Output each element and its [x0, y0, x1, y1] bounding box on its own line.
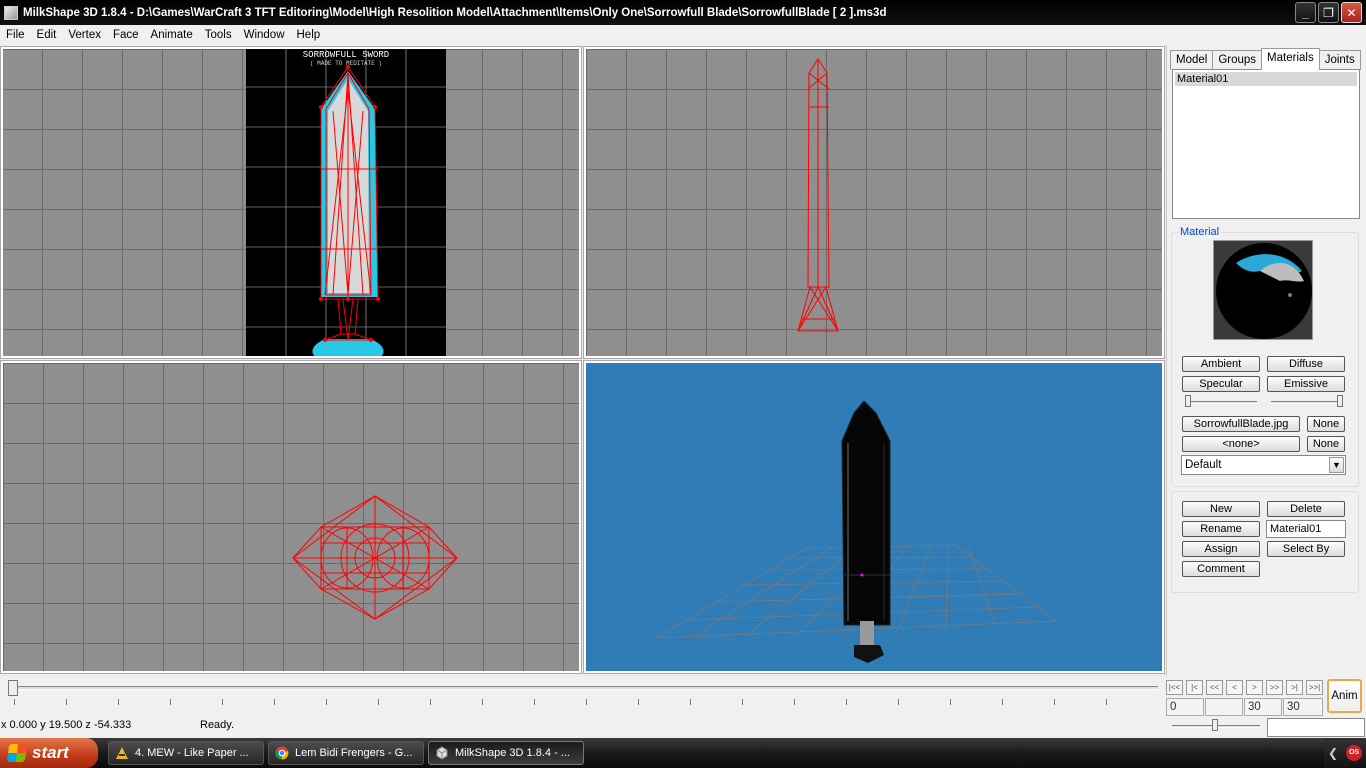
- timeline-track[interactable]: [10, 686, 1158, 690]
- delete-button[interactable]: Delete: [1267, 501, 1345, 517]
- start-button[interactable]: start: [0, 738, 98, 768]
- slider-thumb[interactable]: [1185, 395, 1191, 407]
- select-by-button[interactable]: Select By: [1267, 541, 1345, 557]
- chevron-down-icon[interactable]: ▼: [1329, 457, 1344, 473]
- viewport-area: SORROWFULL SWORD ( MADE TO MEDITATE ): [0, 45, 1166, 677]
- taskbar-item-label: Lem Bidi Frengers - G...: [295, 747, 413, 759]
- timeline-thumb[interactable]: [8, 680, 18, 696]
- viewport-top[interactable]: [0, 360, 582, 674]
- panel-tabs: Model Groups Materials Joints: [1170, 48, 1361, 70]
- materials-panel: Model Groups Materials Joints Material01…: [1166, 45, 1366, 677]
- alpha-none-button[interactable]: None: [1307, 436, 1345, 452]
- material-preview: [1213, 240, 1313, 340]
- status-message: Ready.: [200, 719, 235, 731]
- material-sphere-icon: [1216, 243, 1312, 339]
- texture-button[interactable]: SorrowfullBlade.jpg: [1182, 416, 1300, 432]
- alpha-texture-button[interactable]: <none>: [1182, 436, 1300, 452]
- viewport-3d[interactable]: [583, 360, 1165, 674]
- side-wireframe: [797, 58, 839, 332]
- cursor-coordinates: x 0.000 y 19.500 z -54.333: [1, 719, 132, 731]
- menu-help[interactable]: Help: [291, 29, 327, 41]
- tab-model[interactable]: Model: [1170, 50, 1214, 70]
- menu-vertex[interactable]: Vertex: [62, 29, 107, 41]
- tray-expand-icon[interactable]: ❮: [1328, 746, 1338, 760]
- taskbar-item-label: MilkShape 3D 1.8.4 - ...: [455, 747, 570, 759]
- transparency-slider[interactable]: [1271, 395, 1343, 409]
- taskbar-item-label: 4. MEW - Like Paper ...: [135, 747, 249, 759]
- material-list[interactable]: Material01: [1172, 69, 1360, 219]
- animation-timeline: |<< |< << < > >> >| >>| 0 30 30 Anim: [0, 677, 1366, 717]
- tab-groups[interactable]: Groups: [1212, 50, 1263, 70]
- tab-materials[interactable]: Materials: [1261, 48, 1320, 70]
- mode-select-value: Default: [1185, 459, 1222, 471]
- rename-button[interactable]: Rename: [1182, 521, 1260, 537]
- mode-select[interactable]: Default ▼: [1181, 455, 1346, 475]
- os-badge-icon[interactable]: OS: [1346, 745, 1363, 761]
- top-wireframe: [292, 495, 458, 620]
- menu-window[interactable]: Window: [238, 29, 291, 41]
- slider-thumb[interactable]: [1337, 395, 1343, 407]
- next-frame-button[interactable]: >: [1246, 680, 1263, 695]
- timeline-ticks: [14, 699, 1158, 705]
- next-key-button[interactable]: >|: [1286, 680, 1303, 695]
- texture-title-text: SORROWFULL SWORD: [303, 50, 389, 60]
- total-frames-field[interactable]: 30: [1283, 698, 1323, 716]
- milkshape-app-icon: [4, 5, 18, 20]
- last-frame-button[interactable]: >>|: [1306, 680, 1323, 695]
- command-input[interactable]: [1267, 718, 1365, 737]
- start-label: start: [32, 743, 69, 762]
- menu-animate[interactable]: Animate: [145, 29, 199, 41]
- slider-thumb[interactable]: [1212, 719, 1218, 731]
- emissive-button[interactable]: Emissive: [1267, 376, 1345, 392]
- menu-face[interactable]: Face: [107, 29, 145, 41]
- window-title: MilkShape 3D 1.8.4 - D:\Games\WarCraft 3…: [23, 6, 887, 19]
- shininess-slider[interactable]: [1185, 395, 1257, 409]
- taskbar-item-chrome[interactable]: Lem Bidi Frengers - G...: [268, 741, 424, 765]
- menu-file[interactable]: File: [0, 29, 31, 41]
- speed-slider[interactable]: [1172, 719, 1260, 733]
- frame-field-blank[interactable]: [1205, 698, 1243, 716]
- winamp-icon: [116, 747, 128, 759]
- ambient-button[interactable]: Ambient: [1182, 356, 1260, 372]
- minimize-button[interactable]: _: [1295, 2, 1316, 23]
- close-button[interactable]: ✕: [1341, 2, 1362, 23]
- comment-button[interactable]: Comment: [1182, 561, 1260, 577]
- assign-button[interactable]: Assign: [1182, 541, 1260, 557]
- new-button[interactable]: New: [1182, 501, 1260, 517]
- first-frame-button[interactable]: |<<: [1166, 680, 1183, 695]
- chrome-icon: [275, 746, 289, 760]
- perspective-render: [655, 400, 1058, 663]
- current-frame-field[interactable]: 0: [1166, 698, 1204, 716]
- menu-tools[interactable]: Tools: [199, 29, 238, 41]
- front-wireframe: SORROWFULL SWORD ( MADE TO MEDITATE ): [246, 49, 446, 356]
- diffuse-button[interactable]: Diffuse: [1267, 356, 1345, 372]
- list-item[interactable]: Material01: [1175, 72, 1357, 86]
- material-group-label: Material: [1178, 226, 1222, 238]
- status-bar: x 0.000 y 19.500 z -54.333 Ready.: [0, 717, 1366, 738]
- forward-button[interactable]: >>: [1266, 680, 1283, 695]
- milkshape-icon: [436, 746, 448, 760]
- menu-bar: File Edit Vertex Face Animate Tools Wind…: [0, 25, 1366, 45]
- end-frame-field[interactable]: 30: [1244, 698, 1282, 716]
- material-name-field[interactable]: Material01: [1266, 520, 1346, 538]
- taskbar-item-mew[interactable]: 4. MEW - Like Paper ...: [108, 741, 264, 765]
- system-tray: ❮ OS: [1324, 738, 1366, 768]
- prev-key-button[interactable]: |<: [1186, 680, 1203, 695]
- rewind-button[interactable]: <<: [1206, 680, 1223, 695]
- specular-button[interactable]: Specular: [1182, 376, 1260, 392]
- texture-none-button[interactable]: None: [1307, 416, 1345, 432]
- taskbar: start 4. MEW - Like Paper ... Lem Bidi F…: [0, 738, 1366, 768]
- taskbar-item-milkshape[interactable]: MilkShape 3D 1.8.4 - ...: [428, 741, 584, 765]
- viewport-front[interactable]: SORROWFULL SWORD ( MADE TO MEDITATE ): [0, 46, 582, 359]
- title-bar: MilkShape 3D 1.8.4 - D:\Games\WarCraft 3…: [0, 0, 1366, 25]
- tab-joints[interactable]: Joints: [1318, 50, 1361, 70]
- texture-subtitle-text: ( MADE TO MEDITATE ): [310, 60, 382, 67]
- menu-edit[interactable]: Edit: [31, 29, 63, 41]
- maximize-button[interactable]: ❐: [1318, 2, 1339, 23]
- viewport-side[interactable]: [583, 46, 1165, 359]
- anim-mode-button[interactable]: Anim: [1327, 679, 1362, 713]
- windows-logo-icon: [6, 744, 28, 762]
- prev-frame-button[interactable]: <: [1226, 680, 1243, 695]
